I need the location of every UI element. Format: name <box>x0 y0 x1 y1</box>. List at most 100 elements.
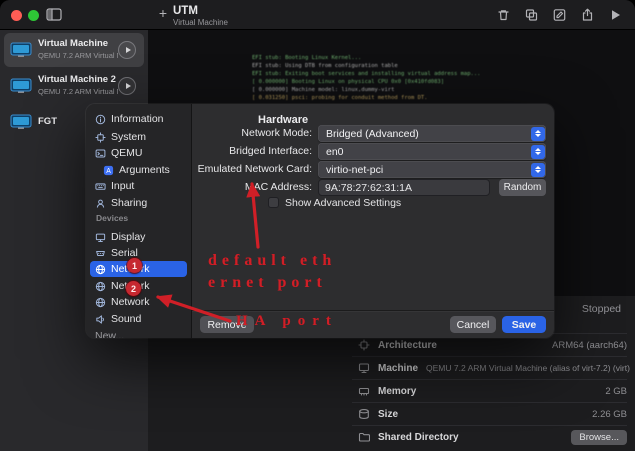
nav-label: Information <box>111 113 164 125</box>
emulated-network-card-select[interactable]: virtio-net-pci <box>318 161 546 178</box>
nav-item-new[interactable]: New... <box>90 328 187 338</box>
close-button[interactable] <box>11 10 22 21</box>
detail-row-shared-directory: Shared Directory Browse... <box>352 425 627 448</box>
edit-icon[interactable] <box>552 8 567 22</box>
run-vm-button[interactable] <box>118 77 136 95</box>
display-icon <box>95 233 106 242</box>
detail-label: Memory <box>378 385 417 397</box>
chip-icon <box>358 339 370 351</box>
show-advanced-checkbox[interactable] <box>268 197 279 208</box>
new-vm-button[interactable]: + <box>156 5 170 21</box>
monitor-icon <box>10 42 32 57</box>
vm-name: FGT <box>38 116 57 127</box>
console-line: [ 0.000000] Machine model: linux,dummy-v… <box>252 87 395 93</box>
detail-row-memory: Memory 2 GB <box>352 379 627 402</box>
nav-label: Input <box>111 180 135 192</box>
random-button[interactable]: Random <box>499 179 546 196</box>
network-icon <box>95 297 106 307</box>
cancel-button[interactable]: Cancel <box>450 316 496 333</box>
detail-label: Size <box>378 408 399 420</box>
speaker-icon <box>96 314 104 324</box>
show-advanced-label: Show Advanced Settings <box>285 196 402 209</box>
annotation-badge-2: 2 <box>126 281 141 296</box>
arguments-icon: A <box>103 165 114 175</box>
console-line: EFI stub: Using DTB from configuration t… <box>252 63 398 69</box>
mac-address-row: MAC Address: Random <box>192 179 546 196</box>
info-icon <box>95 114 106 124</box>
detail-value: 2.26 GB <box>592 408 627 420</box>
trash-icon[interactable] <box>496 8 511 22</box>
selected-value: Bridged (Advanced) <box>326 127 419 140</box>
mac-address-label: MAC Address: <box>244 181 312 193</box>
titlebar: + UTM Virtual Machine <box>0 0 635 30</box>
mac-address-input[interactable] <box>318 179 490 196</box>
vm-status: Stopped <box>581 303 621 315</box>
bridged-interface-label: Bridged Interface: <box>229 145 312 157</box>
nav-label: Display <box>111 231 146 243</box>
play-icon[interactable] <box>608 8 623 22</box>
zoom-button[interactable] <box>28 10 39 21</box>
advanced-settings-row: Show Advanced Settings <box>268 196 401 209</box>
save-button[interactable]: Save <box>502 316 546 333</box>
folder-icon <box>358 432 370 442</box>
selected-value: en0 <box>326 145 344 158</box>
vm-name: Virtual Machine <box>38 38 109 49</box>
vm-list-item[interactable]: Virtual Machine 2 QEMU 7.2 ARM Virtual M… <box>4 69 144 103</box>
nav-label: Sound <box>111 313 142 325</box>
nav-item-qemu[interactable]: QEMU <box>90 145 187 161</box>
dialog-content: Hardware Network Mode: Bridged (Advanced… <box>192 104 554 338</box>
nav-label: New... <box>95 330 125 338</box>
detail-label: Machine <box>378 362 419 374</box>
nav-item-sharing[interactable]: Sharing <box>90 195 187 211</box>
nav-item-system[interactable]: System <box>90 129 187 145</box>
nav-item-arguments[interactable]: A Arguments <box>90 162 187 178</box>
desktop-icon <box>358 363 370 374</box>
console-line: EFI stub: Exiting boot services and inst… <box>252 71 481 77</box>
chevron-updown-icon <box>530 162 545 177</box>
vm-name: Virtual Machine 2 <box>38 74 116 85</box>
network-icon <box>95 281 106 291</box>
share-icon[interactable] <box>580 8 595 22</box>
dialog-nav: Information System QEMU A Arguments Inpu… <box>86 104 192 338</box>
network-icon <box>95 264 106 274</box>
keyboard-icon <box>95 182 106 190</box>
nav-item-display[interactable]: Display <box>90 229 187 245</box>
nav-label: Arguments <box>119 164 170 176</box>
utm-window: EFI stub: Booting Linux Kernel... EFI st… <box>0 0 635 451</box>
memory-icon <box>358 387 370 396</box>
browse-button[interactable]: Browse... <box>571 429 627 445</box>
detail-value: 2 GB <box>605 385 627 397</box>
bridged-interface-select[interactable]: en0 <box>318 143 546 160</box>
play-icon <box>125 47 131 53</box>
toggle-sidebar-icon[interactable] <box>46 8 62 22</box>
clone-icon[interactable] <box>524 8 539 22</box>
settings-dialog: Information System QEMU A Arguments Inpu… <box>86 104 554 338</box>
vm-list-item[interactable]: Virtual Machine QEMU 7.2 ARM Virtual M..… <box>4 33 144 67</box>
detail-value: QEMU 7.2 ARM Virtual Machine (alias of v… <box>426 363 630 373</box>
nav-label: System <box>111 131 147 143</box>
remove-button[interactable]: Remove <box>200 316 254 333</box>
svg-text:A: A <box>106 167 111 174</box>
cpu-icon <box>95 131 106 143</box>
emulated-network-card-label: Emulated Network Card: <box>197 163 312 175</box>
detail-row-machine: Machine QEMU 7.2 ARM Virtual Machine (al… <box>352 356 630 379</box>
run-vm-button[interactable] <box>118 41 136 59</box>
nav-item-sound[interactable]: Sound <box>90 311 187 327</box>
vm-console-preview: EFI stub: Booting Linux Kernel... EFI st… <box>252 54 627 102</box>
drive-icon <box>359 409 369 419</box>
monitor-icon <box>10 114 32 129</box>
play-icon <box>125 83 131 89</box>
detail-label: Shared Directory <box>378 431 459 443</box>
nav-item-input[interactable]: Input <box>90 178 187 194</box>
devices-section-label: Devices <box>96 213 129 223</box>
nav-item-network-3[interactable]: Network <box>90 294 187 310</box>
nav-label: Sharing <box>111 197 148 209</box>
detail-value: ARM64 (aarch64) <box>552 339 627 351</box>
nav-label: QEMU <box>111 147 143 159</box>
vm-description: QEMU 7.2 ARM Virtual M... <box>38 51 118 60</box>
person-icon <box>96 199 105 208</box>
serial-port-icon <box>96 250 105 256</box>
nav-item-information[interactable]: Information <box>90 111 187 127</box>
emulated-network-card-row: Emulated Network Card: virtio-net-pci <box>192 161 546 178</box>
network-mode-select[interactable]: Bridged (Advanced) <box>318 125 546 142</box>
